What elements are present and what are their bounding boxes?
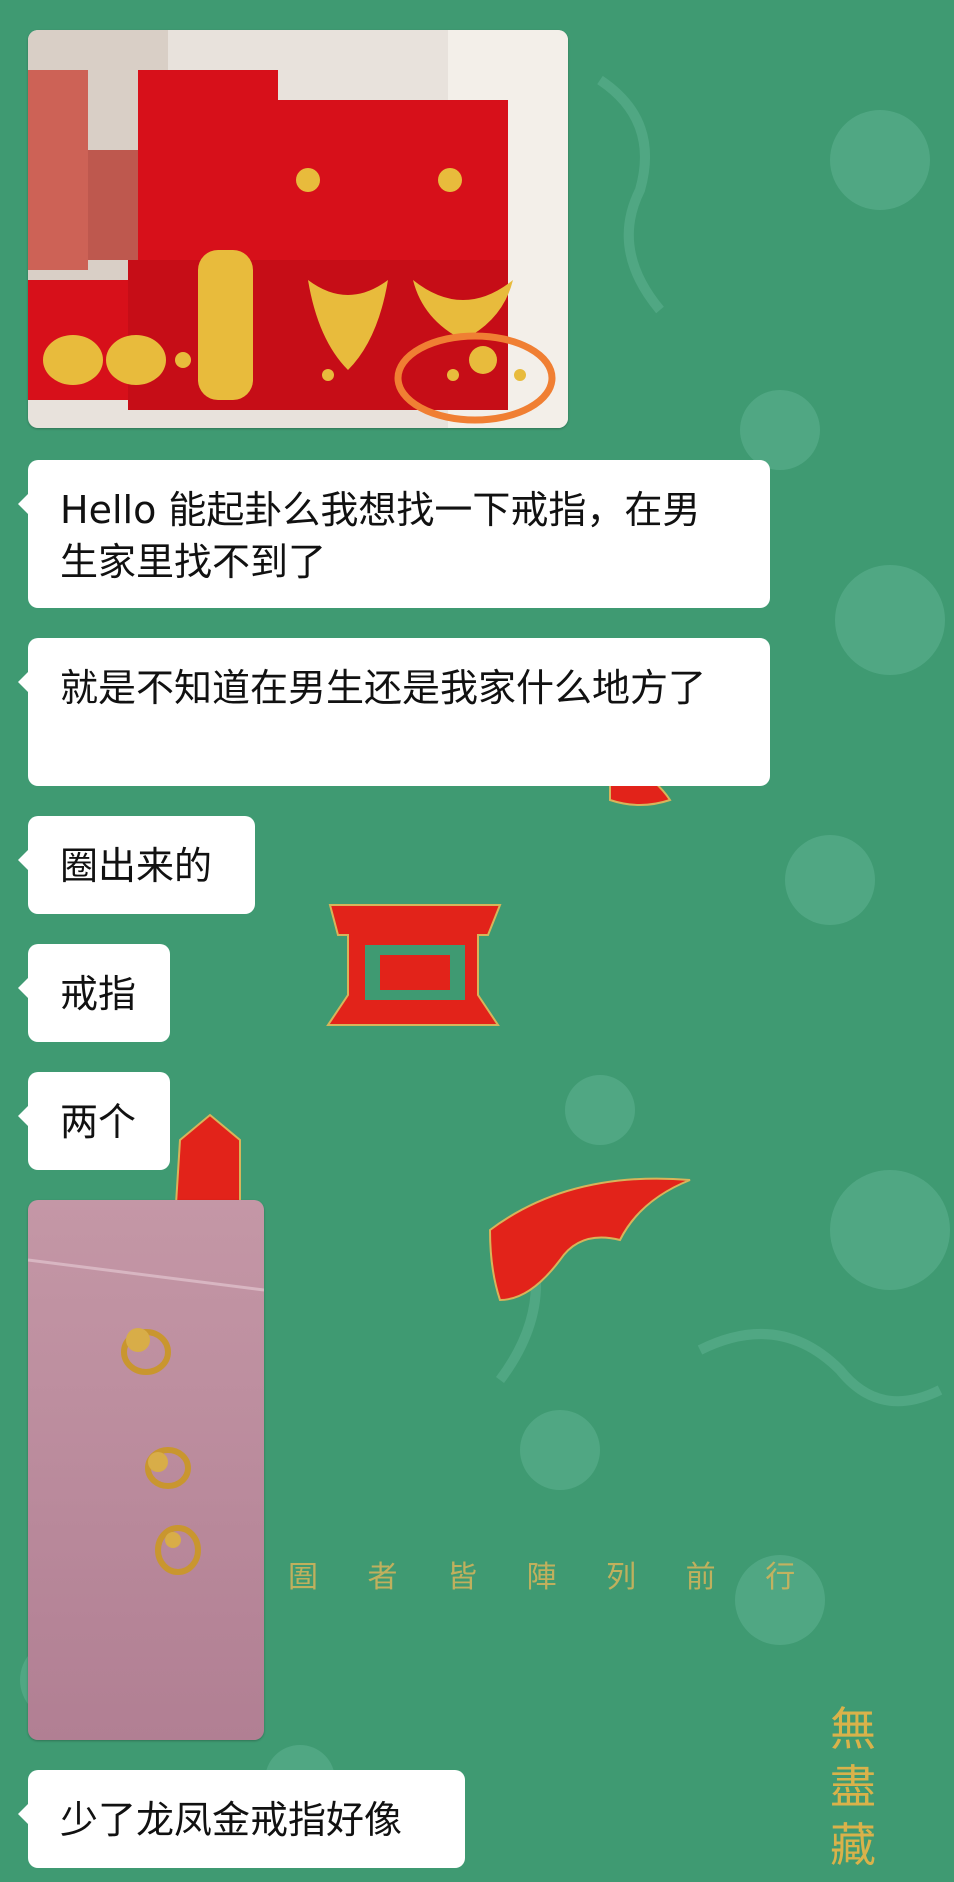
message-bubble[interactable]: 就是不知道在男生还是我家什么地方了: [18, 638, 770, 786]
jewelry-photo-icon: [28, 30, 568, 428]
message-bubble[interactable]: Hello 能起卦么我想找一下戒指，在男生家里找不到了: [18, 460, 770, 608]
message-text: 圈出来的: [60, 844, 213, 888]
message-bubble[interactable]: 圈出来的: [18, 816, 255, 914]
message-bubble[interactable]: 少了龙凤金戒指好像: [18, 1770, 465, 1868]
message-text: 少了龙凤金戒指好像: [60, 1798, 403, 1842]
message-text: 就是不知道在男生还是我家什么地方了: [60, 666, 707, 710]
message-text: Hello 能起卦么我想找一下戒指，在男生家里找不到了: [60, 488, 701, 584]
image-message-jewelry[interactable]: [28, 30, 568, 428]
chat-message-list: Hello 能起卦么我想找一下戒指，在男生家里找不到了 就是不知道在男生还是我家…: [0, 0, 954, 1882]
message-text: 戒指: [60, 972, 137, 1016]
message-bubble[interactable]: 两个: [18, 1072, 170, 1170]
rings-photo-icon: [28, 1200, 264, 1740]
message-bubble[interactable]: 戒指: [18, 944, 170, 1042]
image-message-rings[interactable]: [28, 1200, 264, 1740]
message-text: 两个: [60, 1100, 137, 1144]
